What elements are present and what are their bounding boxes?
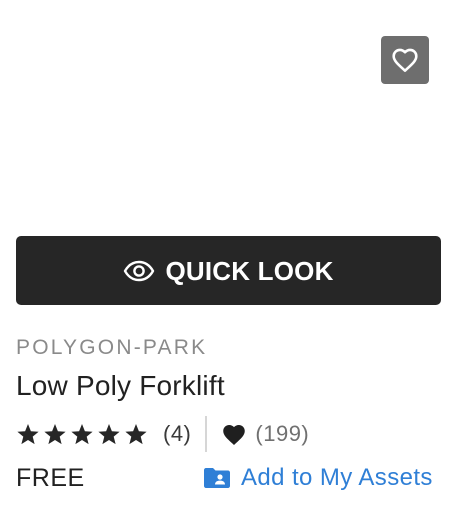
star-icon: [16, 422, 43, 446]
favorites-count: (199): [255, 421, 310, 446]
stats-divider: [205, 416, 208, 452]
add-to-my-assets-link[interactable]: Add to My Assets: [203, 462, 433, 494]
quick-look-button[interactable]: QUICK LOOK: [16, 236, 441, 305]
product-title[interactable]: Low Poly Forklift: [16, 372, 225, 400]
star-icon: [97, 422, 124, 446]
eye-icon: [123, 260, 155, 282]
star-icon: [43, 422, 70, 446]
heart-filled-icon: [221, 423, 247, 446]
heart-outline-icon: [391, 47, 419, 73]
rating-count[interactable]: (4): [163, 423, 191, 445]
quick-look-label: QUICK LOOK: [165, 255, 334, 286]
add-to-my-assets-label: Add to My Assets: [241, 464, 433, 491]
product-thumbnail[interactable]: [16, 0, 441, 225]
star-icon: [124, 422, 151, 446]
star-rating: [16, 422, 151, 446]
product-stats: (4) (199): [16, 416, 309, 452]
product-price: FREE: [16, 464, 85, 492]
star-icon: [70, 422, 97, 446]
product-card: QUICK LOOK POLYGON-PARK Low Poly Forklif…: [0, 0, 454, 522]
publisher-name[interactable]: POLYGON-PARK: [16, 337, 207, 358]
wishlist-button[interactable]: [381, 36, 429, 84]
folder-person-icon: [203, 467, 231, 489]
